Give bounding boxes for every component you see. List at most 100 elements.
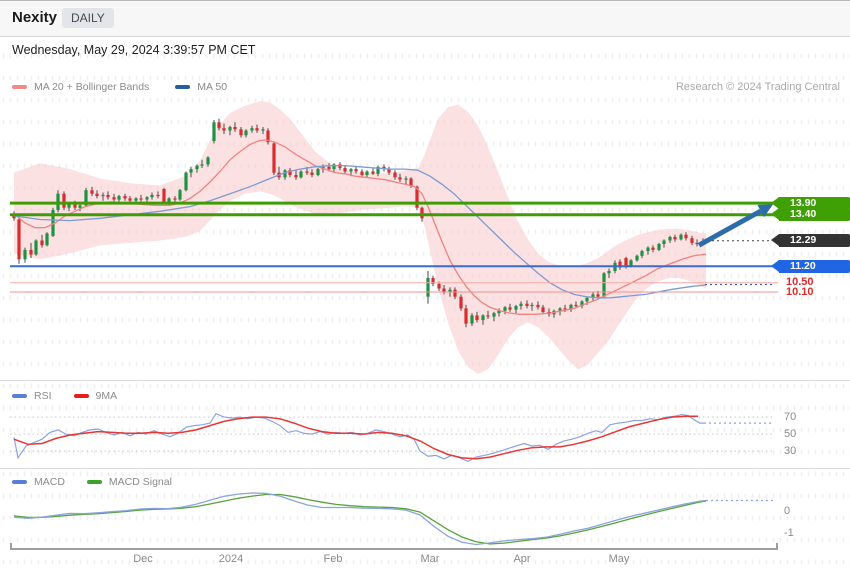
candle [67, 204, 70, 208]
candle [212, 122, 215, 141]
candle [607, 271, 610, 273]
candle [299, 172, 302, 178]
time-axis-bracket [11, 543, 777, 549]
candle [464, 308, 467, 323]
candle [420, 208, 423, 219]
candle [106, 195, 109, 197]
candle [640, 251, 643, 256]
candle [139, 198, 142, 199]
candle [233, 127, 236, 129]
bollinger-band-area [14, 101, 706, 374]
candle [34, 241, 37, 255]
candle [123, 196, 126, 198]
candle [316, 169, 319, 175]
candle [354, 169, 357, 171]
candle [514, 306, 517, 310]
candle [684, 235, 687, 239]
candle [195, 166, 198, 170]
candle [117, 196, 120, 200]
candle [349, 169, 352, 171]
candle [162, 189, 165, 203]
candle [40, 241, 43, 246]
candle [184, 173, 187, 191]
candle [310, 173, 313, 175]
candle [17, 220, 20, 260]
candle [668, 237, 671, 241]
candle [541, 307, 544, 312]
candle [95, 194, 98, 196]
candle [23, 250, 26, 259]
candle [635, 256, 638, 261]
candle [409, 179, 412, 186]
candle [662, 241, 665, 245]
candle [585, 298, 588, 302]
candle [530, 305, 533, 306]
candle [228, 127, 231, 131]
candle [78, 205, 81, 207]
candle [646, 248, 649, 252]
candle [145, 197, 148, 199]
candle [651, 248, 654, 250]
candle [294, 175, 297, 177]
trading-central-chart-widget: Nexity DAILY Wednesday, May 29, 2024 3:3… [0, 0, 850, 577]
rsi-9ma-line [14, 416, 698, 459]
candle [189, 169, 192, 173]
candle [272, 143, 275, 172]
candle [481, 315, 484, 320]
candle [574, 305, 577, 306]
candle [222, 128, 225, 130]
candle [156, 195, 159, 196]
candle [178, 190, 181, 199]
candle [255, 128, 258, 130]
candle [536, 305, 539, 307]
candle [327, 167, 330, 169]
candle [470, 315, 473, 323]
candle [596, 294, 599, 296]
candle [343, 168, 346, 172]
candle [150, 195, 153, 197]
candle [679, 235, 682, 240]
candle [365, 172, 368, 176]
candle [62, 194, 65, 208]
candle [283, 170, 286, 177]
candle [475, 315, 478, 320]
candle [261, 129, 264, 130]
candle [45, 234, 48, 246]
chart-canvas[interactable] [0, 1, 850, 577]
candle [29, 250, 32, 255]
candle [398, 177, 401, 179]
candle [453, 290, 456, 297]
candle [206, 157, 209, 164]
candle [602, 273, 605, 296]
macd-line [14, 493, 706, 545]
candle [442, 289, 445, 293]
candle [426, 278, 429, 297]
macd-signal-line [14, 495, 706, 545]
candle [250, 128, 253, 130]
candle [305, 172, 308, 173]
candle [112, 197, 115, 199]
candle [360, 172, 363, 176]
candle [101, 195, 104, 196]
candle [371, 172, 374, 174]
candle [134, 198, 137, 200]
candle [239, 129, 242, 135]
candle [492, 313, 495, 317]
candle [128, 198, 131, 200]
candle [503, 307, 506, 311]
candle [459, 297, 462, 309]
candle [508, 307, 511, 309]
candle [624, 258, 627, 266]
candle [690, 238, 693, 243]
candle [173, 198, 176, 199]
candle [437, 284, 440, 289]
candle [73, 204, 76, 208]
candle [519, 304, 522, 306]
candle [393, 173, 396, 178]
candle [404, 179, 407, 180]
candle [244, 131, 247, 136]
candle [486, 315, 489, 316]
candle [90, 190, 93, 194]
candle [673, 237, 676, 239]
candle [217, 122, 220, 128]
